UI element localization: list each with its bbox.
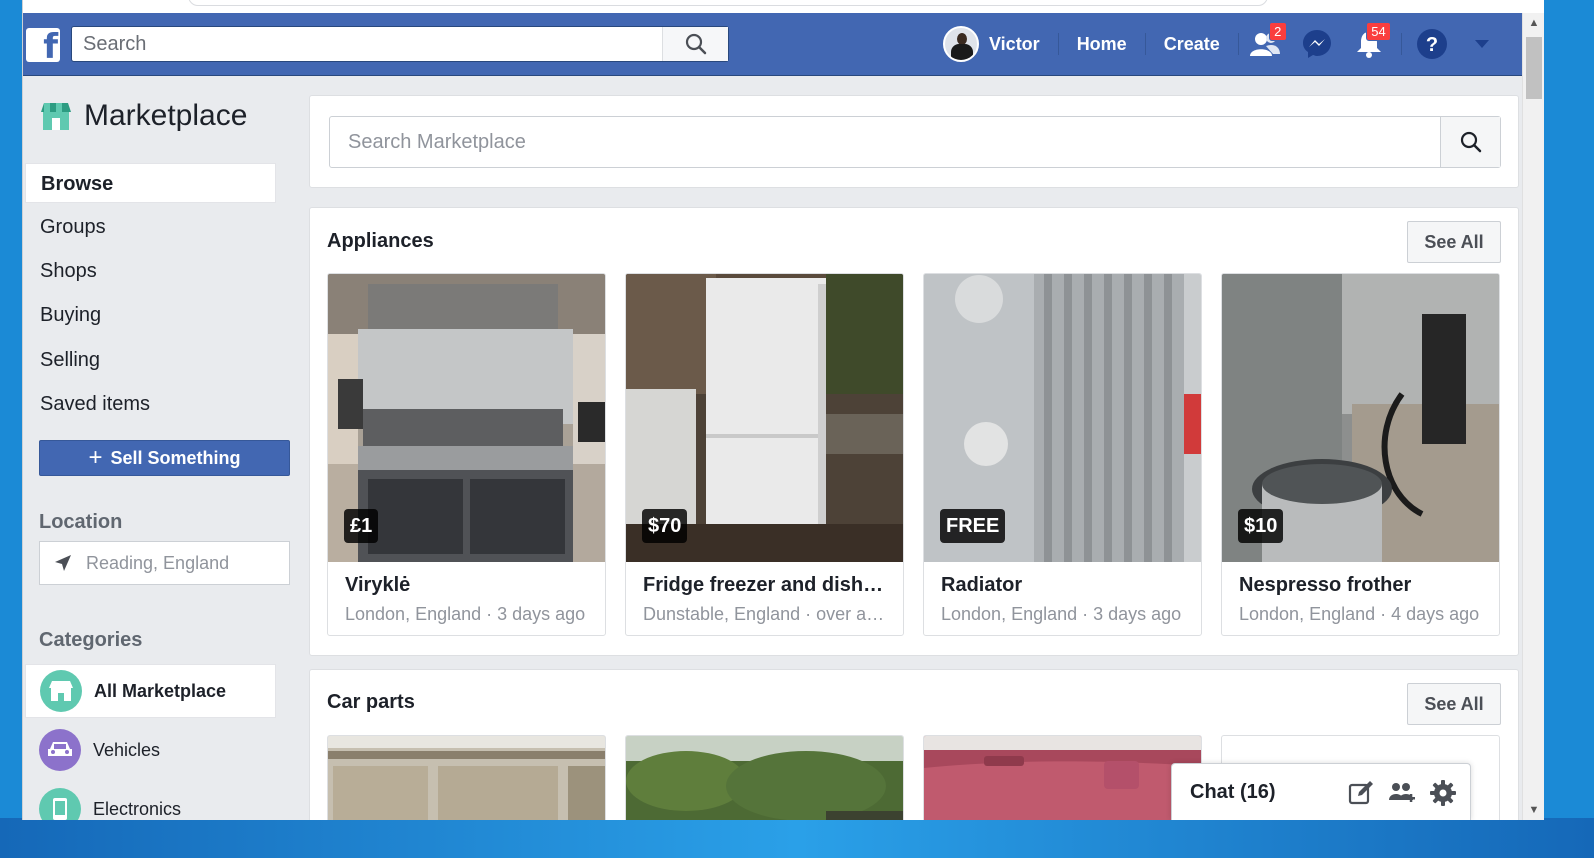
svg-text:?: ? <box>1426 34 1438 56</box>
compose-icon[interactable] <box>1348 780 1374 806</box>
scrollbar[interactable]: ▲ ▼ <box>1522 13 1544 820</box>
see-all-car-parts-button[interactable]: See All <box>1407 683 1501 725</box>
address-bar[interactable] <box>188 0 1268 6</box>
sell-something-label: Sell Something <box>110 447 241 468</box>
listing-title: Nespresso frother <box>1239 574 1412 596</box>
marketplace-search-card <box>309 95 1519 188</box>
facebook-header: f Victor Home Create <box>23 13 1523 76</box>
search-icon <box>685 33 706 55</box>
listing-meta: London, England · 3 days ago <box>345 604 586 624</box>
listing-price: $10 <box>1238 509 1284 543</box>
plus-icon: + <box>88 444 103 471</box>
location-heading: Location <box>39 511 123 533</box>
listing-title: Fridge freezer and dishwasher <box>643 574 888 596</box>
caret-down-icon <box>1474 40 1489 48</box>
scrollbar-thumb[interactable] <box>1526 37 1542 99</box>
listing-card[interactable]: £1 Viryklė London, England · 3 days ago <box>327 273 606 636</box>
location-value: Reading, England <box>86 552 230 573</box>
listing-title: Radiator <box>941 574 1023 596</box>
help-button[interactable]: ? <box>1410 26 1454 62</box>
friend-requests-badge: 2 <box>1268 22 1287 41</box>
sell-something-button[interactable]: + Sell Something <box>39 440 290 476</box>
marketplace-store-icon <box>41 103 71 130</box>
location-arrow-icon <box>55 555 71 571</box>
listing-price: $70 <box>642 509 688 543</box>
sidebar-item-selling[interactable]: Selling <box>25 340 276 380</box>
marketplace-header: Marketplace <box>40 99 247 133</box>
category-electronics[interactable]: Electronics <box>25 782 276 820</box>
car-icon <box>39 729 81 771</box>
sidebar-item-groups[interactable]: Groups <box>25 207 276 247</box>
category-all-marketplace[interactable]: All Marketplace <box>25 664 276 718</box>
marketplace-search-input[interactable] <box>330 117 1430 167</box>
chat-bar[interactable]: Chat (16) <box>1171 763 1471 820</box>
help-icon: ? <box>1416 29 1447 59</box>
chat-actions <box>1348 780 1456 806</box>
phone-icon <box>39 788 81 820</box>
divider <box>1400 33 1402 55</box>
marketplace-sidebar: Marketplace Browse Groups Shops Buying S… <box>23 76 298 820</box>
listing-card[interactable]: $10 Nespresso frother London, England · … <box>1221 273 1500 636</box>
avatar[interactable] <box>943 26 979 62</box>
section-title-appliances: Appliances <box>327 230 434 252</box>
sidebar-item-saved-items[interactable]: Saved items <box>25 384 276 424</box>
browser-window: f Victor Home Create <box>22 0 1544 820</box>
header-nav: Victor Home Create 2 54 ? <box>943 22 1508 62</box>
listing-price: £1 <box>344 509 379 543</box>
notifications-badge: 54 <box>1366 22 1391 41</box>
listing-meta: Dunstable, England · over a week ago <box>643 604 888 624</box>
listing-photo-red-car <box>924 736 1201 820</box>
profile-link[interactable]: Victor <box>979 26 1058 62</box>
facebook-search-input[interactable] <box>72 27 660 61</box>
scroll-down-icon[interactable]: ▼ <box>1523 800 1544 820</box>
messenger-icon <box>1302 30 1331 58</box>
divider <box>1237 33 1239 55</box>
sidebar-item-buying[interactable]: Buying <box>25 295 276 335</box>
listing-card[interactable]: $70 Fridge freezer and dishwasher Dunsta… <box>625 273 904 636</box>
listing-price: FREE <box>940 509 1006 543</box>
categories-heading: Categories <box>39 629 143 651</box>
marketplace-search-button[interactable] <box>1440 117 1500 167</box>
browser-top-strip <box>23 0 1544 13</box>
marketplace-search <box>329 116 1501 168</box>
category-vehicles[interactable]: Vehicles <box>25 723 276 777</box>
listing-card[interactable] <box>625 735 904 820</box>
listing-meta: London, England · 4 days ago <box>1239 604 1480 624</box>
group-chat-icon[interactable] <box>1388 780 1416 806</box>
category-label: Vehicles <box>93 739 161 760</box>
listing-card[interactable]: FREE Radiator London, England · 3 days a… <box>923 273 1202 636</box>
facebook-search <box>71 26 729 62</box>
location-field[interactable]: Reading, England <box>39 541 290 585</box>
section-title-car-parts: Car parts <box>327 691 415 713</box>
account-menu-button[interactable] <box>1460 26 1504 62</box>
scroll-up-icon[interactable]: ▲ <box>1523 13 1544 33</box>
chat-label: Chat (16) <box>1190 780 1276 803</box>
search-icon <box>1460 131 1481 153</box>
home-link[interactable]: Home <box>1059 26 1145 62</box>
sidebar-item-shops[interactable]: Shops <box>25 251 276 291</box>
listing-meta: London, England · 3 days ago <box>941 604 1182 624</box>
listing-card[interactable] <box>327 735 606 820</box>
facebook-logo-icon[interactable]: f <box>26 28 60 62</box>
see-all-appliances-button[interactable]: See All <box>1407 221 1501 263</box>
desktop-background <box>0 818 1594 858</box>
sidebar-item-browse[interactable]: Browse <box>25 163 276 203</box>
category-label: Electronics <box>93 798 182 819</box>
listing-title: Viryklė <box>345 574 411 596</box>
notifications-button[interactable]: 54 <box>1347 22 1391 62</box>
search-button[interactable] <box>662 27 728 61</box>
messenger-button[interactable] <box>1295 26 1339 62</box>
store-icon <box>40 670 82 712</box>
listing-card[interactable] <box>923 735 1202 820</box>
category-label: All Marketplace <box>94 680 227 701</box>
marketplace-title: Marketplace <box>84 99 248 132</box>
friend-requests-button[interactable]: 2 <box>1243 22 1287 62</box>
listing-photo-garage <box>328 736 605 820</box>
create-link[interactable]: Create <box>1146 26 1238 62</box>
appliances-section: Appliances See All £1 Viryklė London, En… <box>309 207 1519 656</box>
listing-photo-bushes <box>626 736 903 820</box>
gear-icon[interactable] <box>1430 780 1456 806</box>
